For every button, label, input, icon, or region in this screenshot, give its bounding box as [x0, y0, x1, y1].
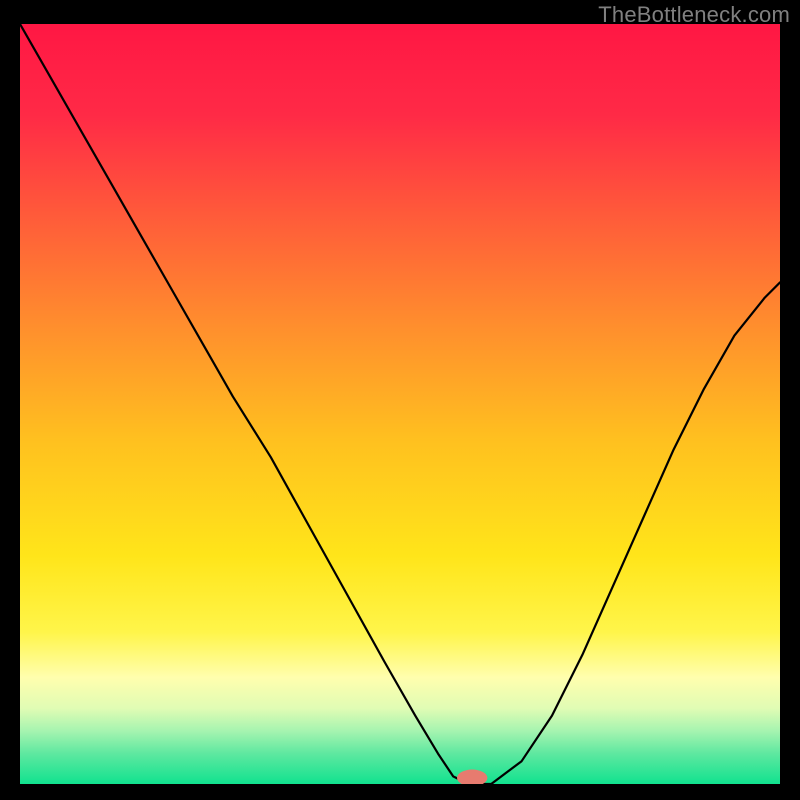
- chart-frame: TheBottleneck.com: [0, 0, 800, 800]
- plot-area: [20, 24, 780, 784]
- gradient-background: [20, 24, 780, 784]
- attribution-label: TheBottleneck.com: [598, 2, 790, 28]
- bottleneck-chart: [20, 24, 780, 784]
